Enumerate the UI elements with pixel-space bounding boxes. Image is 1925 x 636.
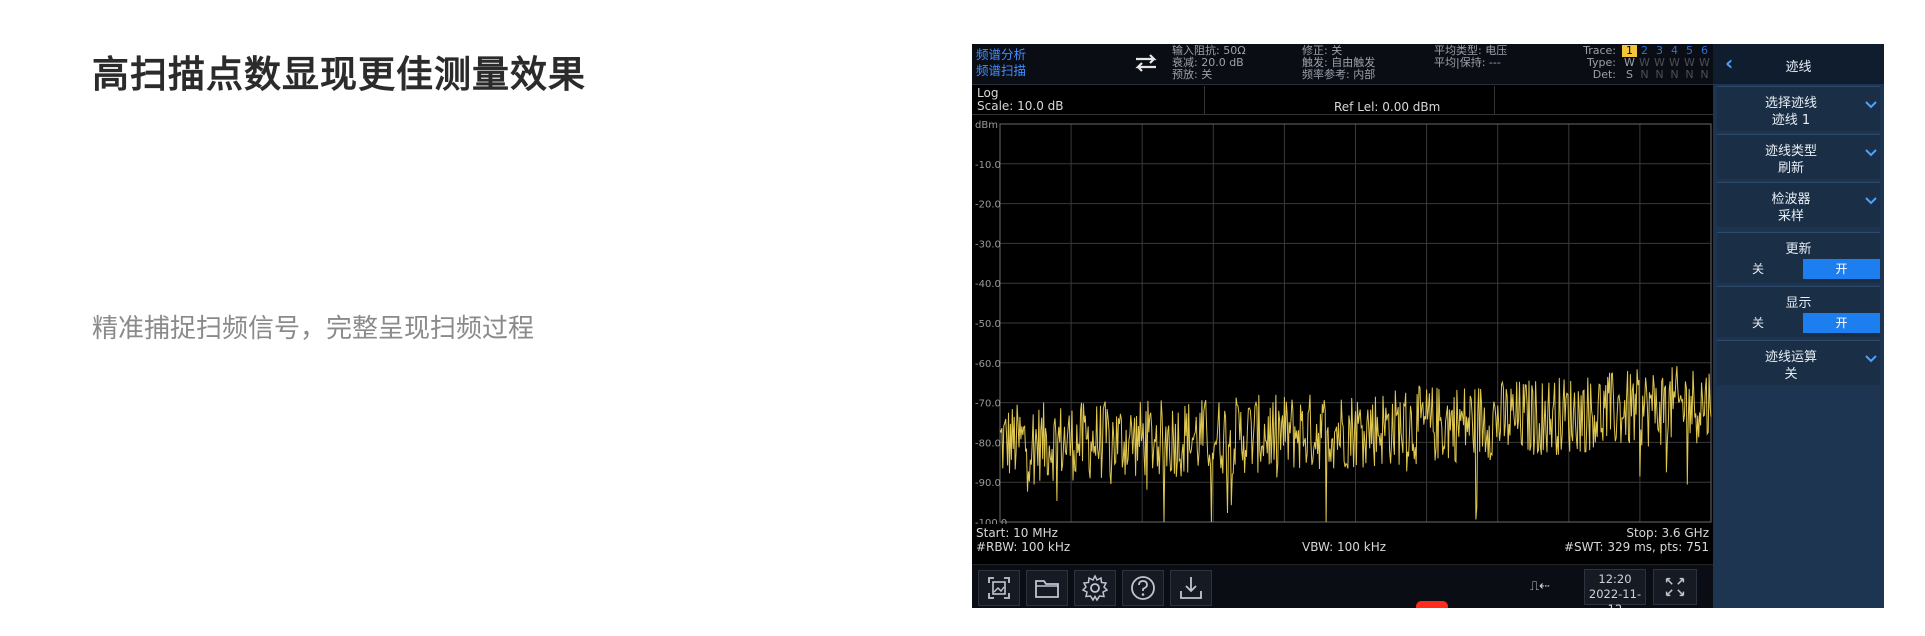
- panel-header: ‹ 迹线: [1713, 44, 1884, 84]
- expand-icon: [1665, 577, 1685, 597]
- menu-update: 更新 关 开: [1717, 232, 1880, 283]
- fullscreen-button[interactable]: [1653, 569, 1697, 605]
- y-tick-label: -50.0: [975, 319, 1001, 330]
- start-freq: Start: 10 MHz: [976, 526, 1058, 540]
- y-unit-label: dBm: [975, 120, 998, 131]
- y-tick-label: -10.0: [975, 160, 1001, 171]
- display-off[interactable]: 关: [1717, 313, 1799, 333]
- menu-trace-math[interactable]: 迹线运算 关: [1717, 340, 1880, 385]
- menu-select-trace[interactable]: 选择迹线 迹线 1: [1717, 86, 1880, 131]
- plot-grid: [999, 123, 1712, 523]
- rbw: #RBW: 100 kHz: [976, 540, 1071, 554]
- stop-freq: Stop: 3.6 GHz: [1626, 526, 1709, 540]
- ref-level: Ref Lel: 0.00 dBm: [1334, 100, 1441, 114]
- sweep-time: #SWT: 329 ms, pts: 751: [1563, 540, 1709, 554]
- info-input: 输入阻抗: 50Ω 衰减: 20.0 dB 预放: 关: [1172, 44, 1246, 81]
- info-average: 平均类型: 电压 平均|保持: ---: [1434, 44, 1508, 69]
- chevron-down-icon: [1865, 355, 1877, 363]
- y-tick-label: -60.0: [975, 359, 1001, 370]
- chevron-down-icon: [1865, 101, 1877, 109]
- update-on[interactable]: 开: [1803, 259, 1880, 279]
- trace-dets-3: N: [1655, 68, 1664, 81]
- display-toggle[interactable]: 关 开: [1717, 313, 1880, 333]
- plot-header: Log Scale: 10.0 dB Ref Lel: 0.00 dBm: [972, 86, 1713, 115]
- sweep-info: Start: 10 MHz #RBW: 100 kHz VBW: 100 kHz…: [972, 526, 1713, 558]
- screenshot-icon: [988, 577, 1010, 599]
- chevron-down-icon: [1865, 149, 1877, 157]
- vbw: VBW: 100 kHz: [1302, 540, 1387, 554]
- trace-dets-6: N: [1700, 68, 1709, 81]
- settings-icon: [1081, 574, 1109, 602]
- trace-menu-panel: ‹ 迹线 选择迹线 迹线 1 迹线类型 刷新 检波器 采样 更新 关 开 显示: [1713, 44, 1884, 608]
- display-on[interactable]: 开: [1803, 313, 1880, 333]
- menu-trace-type[interactable]: 迹线类型 刷新: [1717, 134, 1880, 179]
- y-tick-label: -30.0: [975, 239, 1001, 250]
- spectrum-plot[interactable]: dBm -10.0 -20.0 -30.0 -40.0 -50.0 -60.0 -70.0 -8…: [972, 114, 1713, 524]
- file-button[interactable]: [1026, 570, 1068, 606]
- usb-icon: ⎍⇠: [1530, 579, 1550, 594]
- mode-line-2: 频谱扫描: [976, 63, 1027, 78]
- trace-dets-5: N: [1685, 68, 1694, 81]
- status-bar: 频谱分析 频谱扫描 输入阻抗: 50Ω 衰减: 20.0 dB 预放: 关 修正…: [972, 44, 1713, 85]
- settings-button[interactable]: [1074, 570, 1116, 606]
- update-toggle[interactable]: 关 开: [1717, 259, 1880, 279]
- y-tick-label: -40.0: [975, 279, 1001, 290]
- subline: 精准捕捉扫频信号，完整呈现扫频过程: [92, 314, 535, 344]
- panel-title: 迹线: [1785, 60, 1812, 75]
- update-off[interactable]: 关: [1717, 259, 1799, 279]
- swap-icon[interactable]: [1130, 50, 1162, 76]
- y-tick-label: -80.0: [975, 438, 1001, 449]
- clock[interactable]: 12:20 2022-11-12: [1584, 569, 1646, 608]
- trace-table: Trace: 1 2 3 4 5 6 Type: W W W W W W Det: S N N N N N: [1568, 45, 1712, 81]
- save-button[interactable]: [1170, 570, 1212, 606]
- chevron-down-icon: [1865, 197, 1877, 205]
- y-tick-label: -70.0: [975, 399, 1001, 410]
- menu-detector[interactable]: 检波器 采样: [1717, 182, 1880, 227]
- headline: 高扫描点数显现更佳测量效果: [92, 53, 586, 96]
- y-tick-label: -100.0: [975, 518, 1007, 524]
- trace-dets-4: N: [1670, 68, 1679, 81]
- toolbar: ⎍⇠ 12:20 2022-11-12: [972, 564, 1713, 608]
- scroll-indicator[interactable]: [1416, 601, 1448, 608]
- help-icon: [1131, 576, 1155, 600]
- screenshot-button[interactable]: [978, 570, 1020, 606]
- y-tick-label: -90.0: [975, 478, 1001, 489]
- help-button[interactable]: [1122, 570, 1164, 606]
- info-trigger: 修正: 关 触发: 自由触发 频率参考: 内部: [1302, 44, 1376, 81]
- trace-dets-1: S: [1626, 68, 1633, 81]
- y-tick-label: -20.0: [975, 200, 1001, 211]
- folder-icon: [1035, 580, 1059, 598]
- trace-dets-2: N: [1640, 68, 1649, 81]
- scale-info: Log Scale: 10.0 dB: [977, 86, 1064, 113]
- menu-display: 显示 关 开: [1717, 286, 1880, 337]
- mode-line-1: 频谱分析: [976, 47, 1027, 62]
- save-icon: [1180, 577, 1202, 599]
- mode-label[interactable]: 频谱分析 频谱扫描: [976, 47, 1026, 79]
- spectrum-analyzer-screen: 频谱分析 频谱扫描 输入阻抗: 50Ω 衰减: 20.0 dB 预放: 关 修正…: [972, 44, 1884, 608]
